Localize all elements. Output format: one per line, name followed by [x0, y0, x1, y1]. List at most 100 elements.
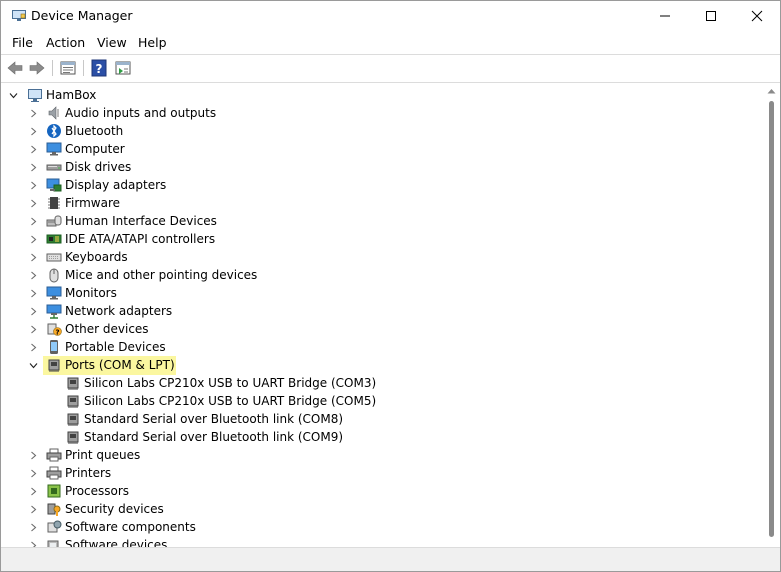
title-bar[interactable]: Device Manager	[1, 1, 780, 32]
tree-category-node[interactable]: Display adapters	[1, 176, 761, 194]
processor-icon	[47, 484, 61, 498]
node-label: Firmware	[65, 196, 120, 210]
node-label: Other devices	[65, 322, 149, 336]
tree-category-node[interactable]: Security devices	[1, 500, 761, 518]
tree-category-node[interactable]: Mice and other pointing devices	[1, 266, 761, 284]
node-label: Network adapters	[65, 304, 173, 318]
node-label: Display adapters	[65, 178, 167, 192]
chevron-right-icon[interactable]	[29, 343, 38, 352]
menu-view[interactable]: View	[97, 35, 127, 50]
close-icon	[751, 10, 763, 22]
update-driver-button[interactable]	[114, 59, 132, 77]
tree-category-node[interactable]: ? Other devices	[1, 320, 761, 338]
menu-file[interactable]: File	[12, 35, 33, 50]
chevron-down-icon[interactable]	[29, 361, 38, 370]
vertical-scrollbar[interactable]	[763, 83, 780, 547]
node-label: Mice and other pointing devices	[65, 268, 258, 282]
port-icon	[67, 413, 79, 426]
tree-device-node[interactable]: Silicon Labs CP210x USB to UART Bridge (…	[1, 392, 761, 410]
chevron-right-icon[interactable]	[29, 451, 38, 460]
chevron-right-icon[interactable]	[29, 271, 38, 280]
menu-help[interactable]: Help	[138, 35, 167, 50]
node-label: Keyboards	[65, 250, 128, 264]
tree-category-node[interactable]: IDE ATA/ATAPI controllers	[1, 230, 761, 248]
node-label: Silicon Labs CP210x USB to UART Bridge (…	[84, 394, 377, 408]
maximize-button[interactable]	[688, 1, 734, 32]
chevron-right-icon[interactable]	[29, 235, 38, 244]
tree-device-node[interactable]: Silicon Labs CP210x USB to UART Bridge (…	[1, 374, 761, 392]
tree-category-node[interactable]: Ports (COM & LPT)	[1, 356, 761, 375]
portable-device-icon	[50, 340, 58, 354]
toolbar: ?	[1, 54, 780, 83]
chevron-right-icon[interactable]	[29, 505, 38, 514]
tree-category-node[interactable]: Software components	[1, 518, 761, 536]
chevron-right-icon[interactable]	[29, 469, 38, 478]
vertical-scrollbar-thumb[interactable]	[769, 101, 774, 537]
tree-device-node[interactable]: Standard Serial over Bluetooth link (COM…	[1, 428, 761, 446]
chevron-right-icon[interactable]	[29, 217, 38, 226]
menu-action[interactable]: Action	[46, 35, 85, 50]
menu-bar: File Action View Help	[1, 32, 780, 54]
device-manager-window: Device Manager File Action View Help ? H…	[0, 0, 781, 572]
display-adapter-icon	[46, 178, 62, 192]
chevron-right-icon[interactable]	[29, 523, 38, 532]
back-icon	[7, 61, 23, 75]
port-icon	[67, 377, 79, 390]
tree-category-node[interactable]: Human Interface Devices	[1, 212, 761, 230]
help-button[interactable]: ?	[90, 59, 108, 77]
properties-icon	[60, 61, 76, 75]
tree-device-node[interactable]: Standard Serial over Bluetooth link (COM…	[1, 410, 761, 428]
node-label: Computer	[65, 142, 125, 156]
software-device-icon	[47, 540, 59, 547]
device-manager-app-icon	[12, 10, 26, 21]
chevron-right-icon[interactable]	[29, 109, 38, 118]
scroll-up-arrow-icon[interactable]	[767, 88, 776, 94]
help-icon: ?	[91, 59, 107, 77]
minimize-button[interactable]	[642, 1, 688, 32]
tree-category-node[interactable]: Portable Devices	[1, 338, 761, 356]
tree-category-node[interactable]: Printers	[1, 464, 761, 482]
properties-button[interactable]	[59, 59, 77, 77]
tree-category-node[interactable]: Print queues	[1, 446, 761, 464]
chevron-right-icon[interactable]	[29, 325, 38, 334]
chevron-right-icon[interactable]	[29, 307, 38, 316]
chevron-right-icon[interactable]	[29, 253, 38, 262]
tree-category-node[interactable]: Processors	[1, 482, 761, 500]
chevron-right-icon[interactable]	[29, 199, 38, 208]
device-tree[interactable]: HamBox Audio inputs and outputs Bluetooth C…	[1, 83, 763, 547]
chevron-right-icon[interactable]	[29, 145, 38, 154]
disk-drive-icon	[46, 164, 62, 171]
chevron-right-icon[interactable]	[29, 163, 38, 172]
chevron-right-icon[interactable]	[29, 289, 38, 298]
svg-text:?: ?	[55, 329, 59, 337]
root-computer-icon	[28, 89, 42, 102]
chevron-right-icon[interactable]	[29, 181, 38, 190]
tree-category-node[interactable]: Software devices	[1, 536, 761, 547]
node-label: Software components	[65, 520, 196, 534]
back-button[interactable]	[6, 59, 24, 77]
tree-category-node[interactable]: Firmware	[1, 194, 761, 212]
tree-category-node[interactable]: Bluetooth	[1, 122, 761, 140]
port-icon	[48, 359, 60, 372]
node-label: Bluetooth	[65, 124, 124, 138]
status-bar	[1, 547, 780, 571]
tree-category-node[interactable]: Audio inputs and outputs	[1, 104, 761, 122]
bluetooth-icon	[47, 124, 61, 138]
tree-category-node[interactable]: Monitors	[1, 284, 761, 302]
toolbar-separator	[52, 60, 53, 76]
close-button[interactable]	[734, 1, 780, 32]
chevron-down-icon[interactable]	[9, 91, 18, 100]
other-devices-icon: ?	[47, 323, 62, 337]
chevron-right-icon[interactable]	[29, 127, 38, 136]
tree-root-node[interactable]: HamBox	[1, 86, 761, 104]
tree-category-node[interactable]: Network adapters	[1, 302, 761, 320]
forward-button[interactable]	[28, 59, 46, 77]
port-icon	[67, 431, 79, 444]
tree-category-node[interactable]: Keyboards	[1, 248, 761, 266]
chevron-right-icon[interactable]	[29, 487, 38, 496]
tree-category-node[interactable]: Disk drives	[1, 158, 761, 176]
security-device-icon	[47, 503, 61, 516]
node-label: Disk drives	[65, 160, 132, 174]
node-label: Human Interface Devices	[65, 214, 217, 228]
tree-category-node[interactable]: Computer	[1, 140, 761, 158]
